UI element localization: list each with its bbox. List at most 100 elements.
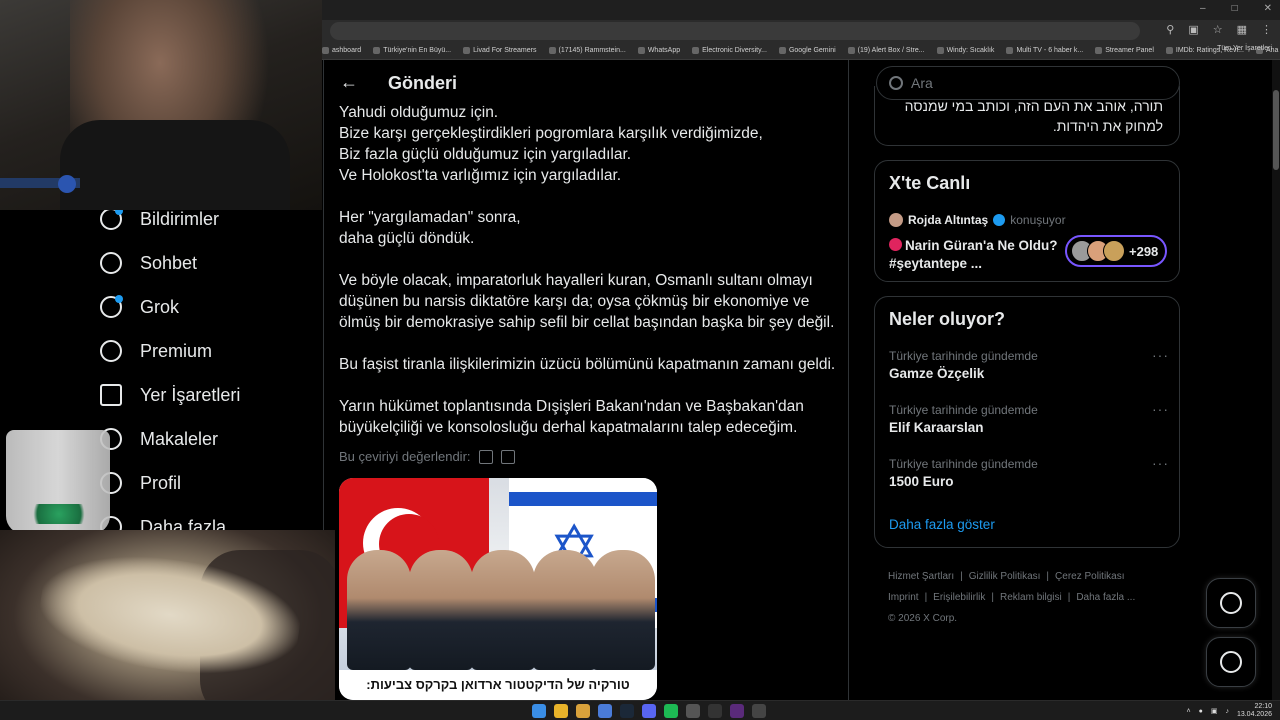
footer-link[interactable]: Hizmet Şartları (888, 571, 954, 582)
verified-icon (993, 214, 1006, 226)
back-arrow-icon[interactable]: ← (340, 72, 360, 92)
taskbar-apps (532, 704, 766, 718)
maximize-icon[interactable]: □ (1232, 3, 1238, 14)
close-icon[interactable]: ✕ (1264, 3, 1272, 14)
post-column: ← Gönderi Yahudi olduğumuz için. Bize kar… (323, 60, 849, 700)
bookmark-favicon-icon (778, 47, 786, 54)
bookmark-item[interactable]: Multi TV - 6 haber k... (1006, 47, 1083, 54)
app-icon[interactable] (708, 704, 722, 718)
mic-icon[interactable]: ● (1199, 708, 1203, 715)
bookmark-item[interactable]: Google Gemini (778, 47, 836, 54)
trend-context: Türkiye tarihinde gündemde (889, 349, 1038, 363)
post-paragraph: Her "yargılamadan" sonra, daha güçlü dönd… (339, 209, 521, 247)
bookmark-item[interactable]: ashboard (322, 47, 361, 54)
star-icon[interactable]: ☆ (1213, 23, 1223, 36)
chevron-up-icon[interactable]: ˄ (1187, 708, 1191, 715)
discord-icon[interactable] (642, 704, 656, 718)
live-dot-icon (889, 238, 902, 251)
post-image[interactable]: ✡ טורקיה של הדיקטטור ארדואן בקרקס צביעות… (339, 478, 657, 700)
bookmark-item[interactable]: (17145) Rammstein... (548, 47, 626, 54)
window-controls: – □ ✕ (1200, 3, 1272, 14)
bookmark-item[interactable]: Electronic Diversity... (692, 47, 767, 54)
app-icon[interactable] (730, 704, 744, 718)
spotify-icon[interactable] (664, 704, 678, 718)
bookmark-item[interactable]: (19) Alert Box / Stre... (847, 47, 925, 54)
minimize-icon[interactable]: – (1200, 3, 1206, 14)
bookmark-item[interactable]: Türkiye'nin En Büyü... (373, 47, 451, 54)
sidebar-item-chat[interactable]: Sohbet (100, 252, 197, 274)
trend-item[interactable]: Türkiye tarihinde gündemde 1500 Euro ··· (889, 455, 1169, 489)
sidebar-item-bell[interactable]: Bildirimler (100, 207, 220, 230)
chat-icon (100, 252, 122, 274)
search-input[interactable]: Ara (876, 66, 1180, 100)
footer-link[interactable]: Çerez Politikası (1055, 571, 1124, 582)
sidebar-item-article[interactable]: Makaleler (100, 428, 218, 450)
listeners-button[interactable]: +298 (1065, 235, 1167, 267)
grok-button[interactable] (1206, 578, 1256, 628)
bookmark-item[interactable]: Streamer Panel (1095, 47, 1154, 54)
footer-link[interactable]: Reklam bilgisi (1000, 592, 1062, 603)
app-icon[interactable] (686, 704, 700, 718)
footer-link[interactable]: Imprint (888, 592, 919, 603)
post-paragraph: Ve böyle olacak, imparatorluk hayalleri … (339, 272, 835, 331)
thumbs-down-icon[interactable] (500, 449, 515, 464)
live-host[interactable]: Rojda Altıntaş konuşuyor (889, 213, 1066, 227)
steam-icon[interactable] (620, 704, 634, 718)
grok-icon (1220, 592, 1242, 614)
sidebar-item-label: Premium (140, 340, 213, 361)
person-2 (409, 550, 473, 670)
bookmark-item[interactable]: Windy: Sıcaklık (936, 47, 994, 54)
thumbs-up-icon[interactable] (478, 449, 493, 464)
footer-link[interactable]: Daha fazla ... (1076, 592, 1135, 603)
shirt-graphic (108, 144, 231, 202)
bookmark-favicon-icon (1006, 47, 1014, 54)
volume-icon[interactable]: ♪ (1225, 708, 1229, 715)
extensions-icon[interactable]: ▦ (1237, 23, 1247, 36)
system-tray: ˄ ● ▣ ♪ 22:10 13.04.2026 (1187, 703, 1273, 719)
footer-link[interactable]: Erişilebilirlik (933, 592, 985, 603)
cast-icon[interactable]: ▣ (1188, 23, 1198, 36)
bookmark-favicon-icon (548, 47, 556, 54)
sidebar-item-premium[interactable]: Premium (100, 340, 212, 362)
network-icon[interactable]: ▣ (1211, 707, 1218, 715)
right-sidebar: תורה, אוהב את העם הזה, וכותב במי שמנסה ל… (850, 60, 1280, 700)
bookmark-favicon-icon (373, 47, 381, 54)
bookmark-item[interactable]: WhatsApp (637, 47, 680, 54)
live-title: X'te Canlı (889, 173, 971, 193)
more-icon[interactable]: ··· (1152, 455, 1169, 471)
show-more-link[interactable]: Daha fazla göster (889, 517, 995, 532)
all-bookmarks[interactable]: Tüm Yer İşaretleri (1217, 45, 1272, 52)
messages-button[interactable] (1206, 637, 1256, 687)
more-icon[interactable]: ··· (1152, 347, 1169, 363)
chrome-icon[interactable] (554, 704, 568, 718)
trend-item[interactable]: Türkiye tarihinde gündemde Gamze Özçelik ·… (889, 347, 1169, 381)
bookmark-favicon-icon (1095, 47, 1103, 54)
pet-cam-overlay (0, 530, 335, 720)
message-icon (1220, 651, 1242, 673)
folder-icon[interactable] (576, 704, 590, 718)
scrollbar[interactable] (1272, 60, 1280, 700)
sidebar-item-profile[interactable]: Profil (100, 472, 181, 494)
start-icon[interactable] (532, 704, 546, 718)
space-title[interactable]: Narin Güran'a Ne Oldu? #şeytantepe ... (889, 237, 1059, 273)
trend-item[interactable]: Türkiye tarihinde gündemde Elif Karaarsla… (889, 401, 1169, 435)
bookmark-favicon-icon (1165, 47, 1173, 54)
menu-icon[interactable]: ⋮ (1261, 23, 1272, 36)
trends-card: Neler oluyor? Daha fazla göster Türkiye … (874, 296, 1180, 548)
person-4 (533, 550, 597, 670)
sidebar-item-label: Bildirimler (140, 208, 220, 229)
trend-name: 1500 Euro (889, 474, 954, 489)
address-bar[interactable] (330, 22, 1140, 40)
app-icon[interactable] (752, 704, 766, 718)
sidebar-item-bookmark[interactable]: Yer İşaretleri (100, 384, 240, 406)
more-icon[interactable]: ··· (1152, 401, 1169, 417)
footer-link[interactable]: Gizlilik Politikası (969, 571, 1041, 582)
bookmark-favicon-icon (936, 47, 944, 54)
bookmark-item[interactable]: Livad For Streamers (463, 47, 537, 54)
clock[interactable]: 22:10 13.04.2026 (1237, 703, 1272, 719)
sidebar-item-grok[interactable]: Grok (100, 295, 179, 318)
app-icon[interactable] (598, 704, 612, 718)
zoom-icon[interactable]: ⚲ (1166, 23, 1174, 36)
live-card: X'te Canlı Rojda Altıntaş konuşuyor Nari… (874, 160, 1180, 282)
avatar (889, 213, 903, 227)
